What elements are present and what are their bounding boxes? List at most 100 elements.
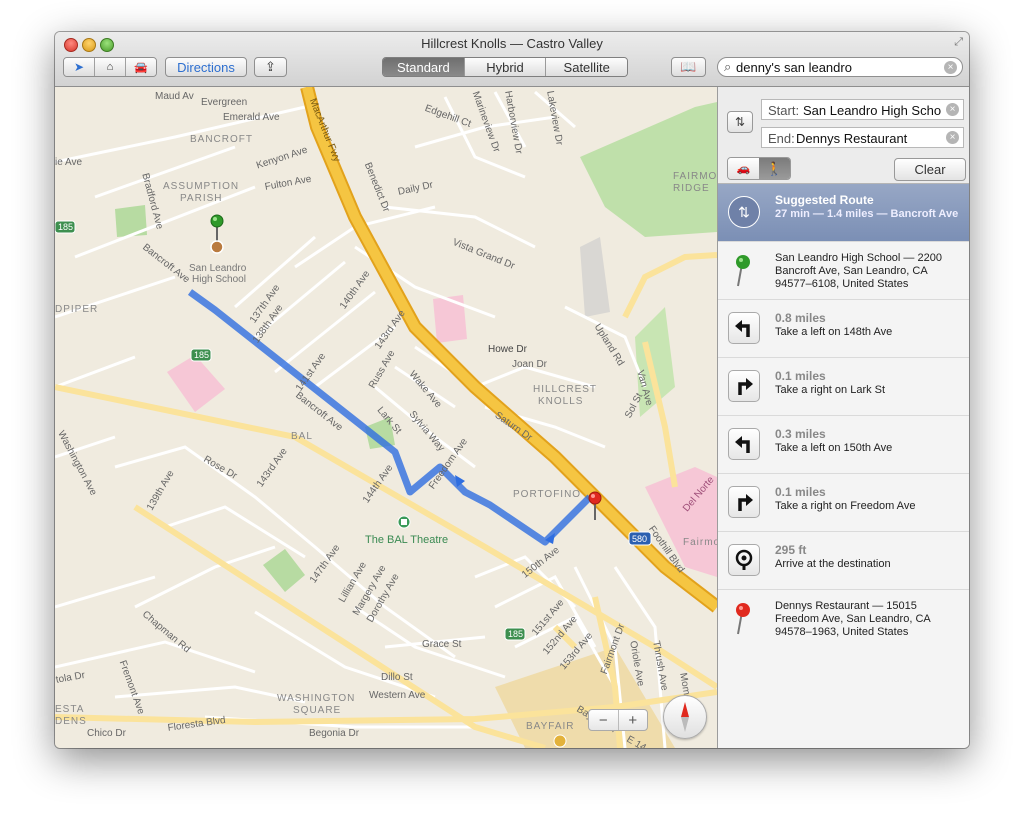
label-fairmont-place: Fairmo — [683, 537, 717, 548]
label-school-2: High School — [192, 274, 246, 285]
label-dpiper: DPIPER — [55, 304, 99, 315]
label-begonia-dr: Begonia Dr — [309, 728, 360, 739]
direction-step-5[interactable]: 295 ft Arrive at the destination — [718, 532, 969, 590]
clear-search-icon[interactable]: × — [944, 61, 957, 74]
swap-endpoints-button[interactable]: ⇅ — [727, 111, 753, 133]
start-label: Start: — [768, 103, 800, 118]
map-type-standard[interactable]: Standard — [383, 58, 465, 76]
car-icon: 🚘 — [134, 61, 148, 74]
traffic-button[interactable]: 🚘 — [126, 58, 156, 76]
direction-step-2[interactable]: 0.1 miles Take a right on Lark St — [718, 358, 969, 416]
compass-button[interactable] — [663, 695, 707, 739]
clear-start-icon[interactable]: × — [946, 103, 959, 116]
label-theatre: The BAL Theatre — [365, 534, 449, 546]
maps-window: Hillcrest Knolls — Castro Valley ⤢ ➤ ⌂ 🚘… — [55, 32, 969, 748]
step-1-instruction: Take a left on 148th Ave — [775, 326, 893, 338]
zoom-in-button[interactable]: + — [619, 710, 648, 730]
label-howe-dr: Howe Dr — [488, 344, 527, 355]
direction-step-1[interactable]: 0.8 miles Take a left on 148th Ave — [718, 300, 969, 358]
bookmarks-button[interactable]: 📖 — [671, 57, 706, 77]
step-2-distance: 0.1 miles — [775, 369, 826, 383]
start-pin-icon[interactable] — [210, 214, 224, 254]
label-school-1: San Leandro — [189, 263, 247, 274]
start-address: San Leandro High School — 2200 Bancroft … — [775, 252, 942, 290]
route-swap-icon: ⇅ — [728, 196, 760, 228]
zoom-out-button[interactable]: − — [589, 710, 619, 730]
walking-mode-button[interactable]: 🚶 — [759, 158, 790, 179]
search-input[interactable] — [736, 59, 936, 75]
map-view[interactable]: 185 185 185 580 BANCROFT ASSUMPTION PARI… — [55, 87, 717, 748]
end-value[interactable]: Dennys Restaurant — [796, 131, 936, 146]
shopping-icon[interactable] — [553, 734, 567, 748]
end-location-row[interactable]: Dennys Restaurant — 15015 Freedom Ave, S… — [718, 590, 969, 648]
clear-end-icon[interactable]: × — [946, 131, 959, 144]
share-button[interactable]: ⇪ — [254, 57, 287, 77]
step-4-instruction: Take a right on Freedom Ave — [775, 500, 916, 512]
car-icon: 🚗 — [736, 163, 751, 175]
step-5-instruction: Arrive at the destination — [775, 558, 891, 570]
walking-icon: 🚶 — [766, 160, 783, 176]
label-emerald-ave: Emerald Ave — [223, 112, 280, 123]
turn-right-icon — [728, 486, 760, 518]
step-3-distance: 0.3 miles — [775, 427, 826, 441]
map-type-selector: Standard Hybrid Satellite — [382, 57, 628, 77]
suggested-route-summary: 27 min — 1.4 miles — Bancroft Ave — [775, 208, 959, 220]
label-washington: WASHINGTON — [277, 693, 356, 704]
theatre-icon[interactable] — [397, 515, 411, 529]
highway-shield-185-b: 185 — [190, 348, 212, 362]
start-field[interactable]: Start: San Leandro High Scho × — [761, 99, 964, 120]
label-parish: PARISH — [180, 193, 223, 204]
fullscreen-icon[interactable]: ⤢ — [954, 36, 963, 49]
turn-left-icon — [728, 312, 760, 344]
label-square: SQUARE — [293, 705, 342, 716]
label-joan-dr: Joan Dr — [512, 359, 548, 370]
start-value[interactable]: San Leandro High Scho — [803, 103, 943, 118]
label-bayfair: BAYFAIR — [526, 721, 575, 732]
label-fairmont: FAIRMONT — [673, 171, 717, 182]
pink-area-1 — [433, 295, 467, 343]
driving-mode-button[interactable]: 🚗 — [728, 158, 759, 179]
start-location-row[interactable]: San Leandro High School — 2200 Bancroft … — [718, 242, 969, 300]
svg-text:185: 185 — [194, 350, 209, 360]
map-type-hybrid[interactable]: Hybrid — [464, 58, 547, 76]
label-esta: ESTA — [55, 704, 85, 715]
current-location-button[interactable]: ➤ — [64, 58, 95, 76]
label-western-ave: Western Ave — [369, 690, 426, 701]
end-address: Dennys Restaurant — 15015 Freedom Ave, S… — [775, 600, 931, 638]
label-assumption: ASSUMPTION — [163, 181, 240, 192]
share-icon: ⇪ — [265, 59, 276, 74]
label-dens: DENS — [55, 716, 87, 727]
compass-icon — [681, 702, 689, 732]
view-controls: ➤ ⌂ 🚘 — [63, 57, 157, 77]
direction-step-4[interactable]: 0.1 miles Take a right on Freedom Ave — [718, 474, 969, 532]
search-icon: ⌕ — [724, 59, 732, 74]
directions-button[interactable]: Directions — [165, 57, 247, 77]
gray-area — [580, 237, 610, 317]
buildings-3d-icon: ⌂ — [106, 61, 114, 73]
park-147th — [263, 549, 305, 592]
label-knolls: KNOLLS — [538, 396, 584, 407]
directions-header: ⇅ Start: San Leandro High Scho × End: De… — [718, 87, 969, 184]
zoom-control: − + — [588, 709, 648, 731]
directions-panel: ⇅ Start: San Leandro High Scho × End: De… — [717, 87, 969, 748]
suggested-route-title: Suggested Route — [775, 193, 874, 207]
suggested-route[interactable]: ⇅ Suggested Route 27 min — 1.4 miles — B… — [718, 184, 969, 242]
label-maud-ave: Maud Av — [155, 91, 194, 102]
turn-left-icon — [728, 428, 760, 460]
3d-button[interactable]: ⌂ — [95, 58, 126, 76]
step-2-instruction: Take a right on Lark St — [775, 384, 886, 396]
pink-area-2 — [167, 355, 225, 412]
red-pin-icon — [736, 603, 750, 635]
map-type-satellite[interactable]: Satellite — [546, 58, 627, 76]
clear-button[interactable]: Clear — [894, 158, 966, 181]
end-field[interactable]: End: Dennys Restaurant × — [761, 127, 964, 148]
step-4-distance: 0.1 miles — [775, 485, 826, 499]
arrive-icon — [728, 544, 760, 576]
svg-text:580: 580 — [632, 534, 647, 544]
bayfair-area — [495, 647, 675, 748]
direction-step-3[interactable]: 0.3 miles Take a left on 150th Ave — [718, 416, 969, 474]
label-chico-dr: Chico Dr — [87, 728, 126, 739]
window-title: Hillcrest Knolls — Castro Valley — [421, 36, 603, 51]
label-portofino: PORTOFINO — [513, 489, 582, 500]
label-bal: BAL — [291, 431, 313, 442]
